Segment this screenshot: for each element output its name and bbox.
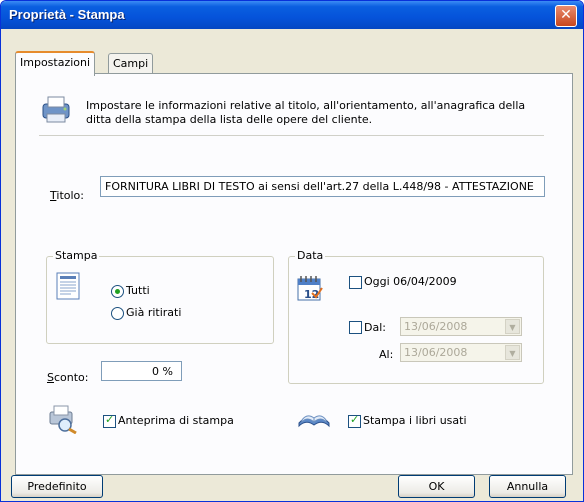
title-bar[interactable]: Proprietà - Stampa ✕ bbox=[1, 1, 583, 29]
close-button[interactable]: ✕ bbox=[555, 5, 577, 27]
radio-tutti[interactable] bbox=[111, 285, 124, 298]
sconto-label: Sconto: bbox=[47, 371, 89, 384]
oggi-label[interactable]: Oggi 06/04/2009 bbox=[364, 275, 457, 288]
dal-date-value: 13/06/2008 bbox=[404, 320, 468, 333]
combo-arrow-icon[interactable]: ▼ bbox=[505, 345, 520, 360]
tab-impostazioni[interactable]: Impostazioni bbox=[15, 51, 96, 76]
dal-checkbox[interactable] bbox=[349, 321, 362, 334]
radio-gia-ritirati[interactable] bbox=[111, 307, 124, 320]
separator bbox=[39, 135, 544, 136]
close-icon: ✕ bbox=[560, 7, 572, 23]
data-legend: Data bbox=[295, 249, 326, 262]
combo-arrow-icon[interactable]: ▼ bbox=[505, 319, 520, 334]
titolo-label: Titolo: bbox=[50, 189, 84, 202]
description-text: Impostare le informazioni relative al ti… bbox=[86, 99, 526, 126]
dal-label[interactable]: Dal: bbox=[364, 321, 386, 334]
tab-campi[interactable]: Campi bbox=[108, 53, 154, 74]
anteprima-label[interactable]: Anteprima di stampa bbox=[118, 414, 234, 427]
radio-gia-ritirati-label[interactable]: Già ritirati bbox=[126, 306, 181, 319]
al-date-value: 13/06/2008 bbox=[404, 346, 468, 359]
al-label: Al: bbox=[379, 348, 394, 361]
open-book-icon bbox=[298, 415, 330, 428]
radio-tutti-label[interactable]: Tutti bbox=[126, 284, 150, 297]
default-button[interactable]: Predefinito bbox=[11, 475, 103, 498]
libri-usati-label[interactable]: Stampa i libri usati bbox=[363, 414, 467, 427]
dal-date-picker[interactable]: 13/06/2008 ▼ bbox=[400, 317, 522, 336]
sconto-input[interactable]: 0 % bbox=[101, 361, 182, 381]
print-preview-icon bbox=[49, 405, 77, 434]
printer-info-icon bbox=[42, 96, 70, 123]
stampa-legend: Stampa bbox=[53, 249, 100, 262]
al-date-picker[interactable]: 13/06/2008 ▼ bbox=[400, 343, 522, 362]
document-icon bbox=[56, 272, 80, 300]
libri-usati-checkbox[interactable] bbox=[348, 413, 361, 428]
calendar-icon: 12 bbox=[297, 276, 323, 301]
oggi-checkbox[interactable] bbox=[349, 276, 362, 289]
window-title: Proprietà - Stampa bbox=[9, 7, 125, 22]
dialog-window: Proprietà - Stampa ✕ Impostazioni Campi … bbox=[0, 0, 584, 502]
anteprima-checkbox[interactable] bbox=[103, 413, 116, 428]
titolo-input[interactable]: FORNITURA LIBRI DI TESTO ai sensi dell'a… bbox=[100, 176, 545, 197]
cancel-button[interactable]: Annulla bbox=[489, 475, 566, 498]
stampa-group: Stampa bbox=[46, 249, 274, 344]
ok-button[interactable]: OK bbox=[398, 475, 475, 498]
